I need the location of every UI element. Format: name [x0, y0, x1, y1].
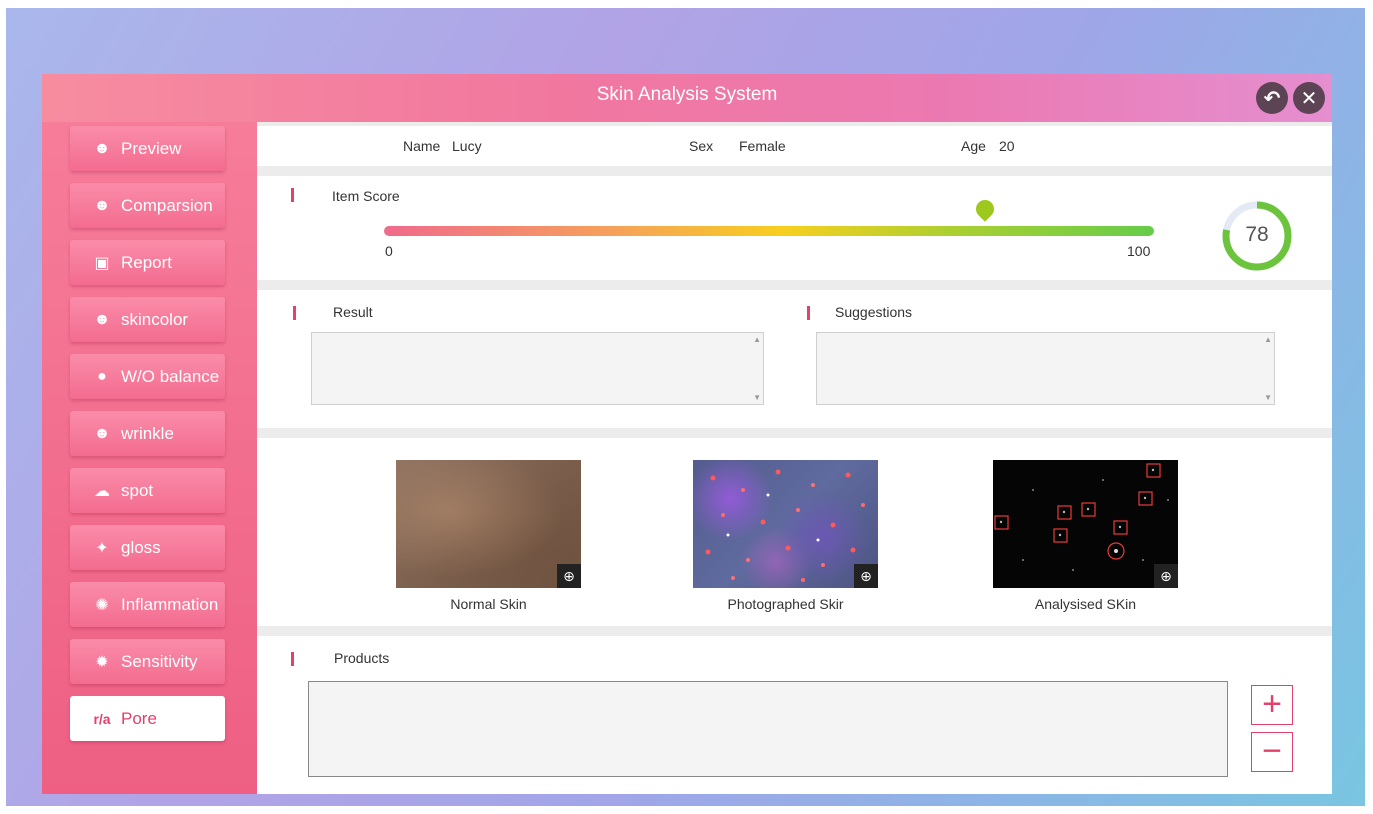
result-label: Result	[333, 304, 373, 320]
section-marker	[293, 306, 296, 320]
scroll-up-icon[interactable]: ▲	[1264, 335, 1272, 344]
products-label: Products	[334, 650, 390, 666]
suggestions-label: Suggestions	[835, 304, 913, 320]
sex-label: Sex	[689, 138, 714, 154]
sparkle-icon: ✦	[95, 539, 109, 557]
patient-info-panel: Name Lucy Sex Female Age 20	[257, 126, 1332, 166]
zoom-in-icon[interactable]: ⊕	[557, 564, 581, 588]
title-bar: Skin Analysis System ↶ ✕	[42, 74, 1332, 122]
report-icon: ▣	[94, 254, 110, 272]
minus-icon: −	[1262, 732, 1282, 770]
pore-icon: r/a	[93, 710, 111, 727]
skincolor-face-icon: ☻	[93, 310, 111, 328]
sidebar-item-inflammation[interactable]: ✺ Inflammation	[70, 582, 225, 627]
sidebar-item-label: Report	[121, 252, 173, 272]
screen-frame-right	[1365, 0, 1373, 814]
name-value: Lucy	[452, 138, 482, 154]
products-list[interactable]	[308, 681, 1228, 777]
sidebar-item-label: W/O balance	[121, 366, 220, 386]
item-score-label: Item Score	[332, 188, 400, 204]
sidebar-item-preview[interactable]: ☻ Preview	[70, 126, 225, 171]
back-arrow-icon: ↶	[1263, 87, 1281, 110]
analysed-skin-image[interactable]: ⊕	[993, 460, 1178, 588]
remove-product-button[interactable]: −	[1251, 732, 1293, 772]
sidebar-item-report[interactable]: ▣ Report	[70, 240, 225, 285]
sidebar-item-label: Sensitivity	[121, 651, 198, 671]
sidebar-item-pore[interactable]: r/a Pore	[70, 696, 225, 741]
section-marker	[291, 652, 294, 666]
face-icon: ☻	[93, 139, 111, 157]
photographed-skin-image[interactable]: ⊕	[693, 460, 878, 588]
sex-value: Female	[739, 138, 786, 154]
plus-icon: +	[1262, 685, 1282, 723]
zoom-in-icon[interactable]: ⊕	[1154, 564, 1178, 588]
age-label: Age	[961, 138, 986, 154]
scroll-down-icon[interactable]: ▼	[753, 393, 761, 402]
sidebar-item-label: Comparsion	[121, 195, 213, 215]
item-score-panel: Item Score 0 100 78	[257, 176, 1332, 280]
sidebar-item-label: Pore	[121, 708, 157, 728]
sidebar-item-comparsion[interactable]: ☻ Comparsion	[70, 183, 225, 228]
sidebar-item-wo-balance[interactable]: ● W/O balance	[70, 354, 225, 399]
score-min-label: 0	[385, 243, 393, 259]
suggestions-textarea[interactable]: ▲ ▼	[816, 332, 1275, 405]
sidebar-item-spot[interactable]: ☁ spot	[70, 468, 225, 513]
analysed-markers	[994, 463, 1169, 571]
close-icon: ✕	[1300, 87, 1318, 110]
app-title: Skin Analysis System	[596, 84, 778, 105]
normal-skin-image[interactable]: ⊕	[396, 460, 581, 588]
sidebar-item-label: spot	[121, 480, 154, 500]
section-marker	[291, 188, 294, 202]
section-marker	[807, 306, 810, 320]
sidebar-nav: ☻ Preview ☻ Comparsion ▣ Report ☻ skinco…	[70, 126, 230, 753]
sensitivity-icon: ✹	[95, 653, 109, 671]
sidebar-item-gloss[interactable]: ✦ gloss	[70, 525, 225, 570]
close-button[interactable]: ✕	[1293, 82, 1325, 114]
zoom-in-icon[interactable]: ⊕	[854, 564, 878, 588]
scroll-up-icon[interactable]: ▲	[753, 335, 761, 344]
photo-dots	[705, 469, 865, 582]
sidebar-item-label: gloss	[121, 537, 161, 557]
sidebar-item-label: wrinkle	[121, 423, 174, 443]
name-label: Name	[403, 138, 441, 154]
sidebar-item-label: Inflammation	[121, 594, 219, 614]
result-suggestions-panel: Result ▲ ▼ Suggestions ▲ ▼	[257, 290, 1332, 428]
score-value: 78	[1245, 223, 1269, 246]
normal-skin-caption: Normal Skin	[450, 596, 527, 612]
sidebar-item-wrinkle[interactable]: ☻ wrinkle	[70, 411, 225, 456]
app-window: Skin Analysis System ↶ ✕ ☻ Preview ☻ Com…	[42, 74, 1332, 794]
add-product-button[interactable]: +	[1251, 685, 1293, 725]
compare-face-icon: ☻	[93, 196, 111, 214]
sidebar-item-skincolor[interactable]: ☻ skincolor	[70, 297, 225, 342]
sidebar-item-sensitivity[interactable]: ✹ Sensitivity	[70, 639, 225, 684]
photographed-skin-caption: Photographed Skir	[727, 596, 844, 612]
age-value: 20	[999, 138, 1015, 154]
wrinkle-face-icon: ☻	[93, 424, 111, 442]
products-panel: Products + −	[257, 636, 1332, 794]
skin-images-panel: ⊕ Normal Skin ⊕ Photographed Skir ⊕ Anal…	[257, 438, 1332, 626]
score-max-label: 100	[1127, 243, 1151, 259]
analysed-skin-caption: Analysised SKin	[1034, 596, 1137, 612]
score-marker-icon	[971, 196, 998, 222]
sidebar-item-label: skincolor	[121, 309, 189, 329]
score-gradient-bar	[384, 226, 1154, 236]
screen-frame-bottom	[0, 806, 1373, 814]
inflammation-icon: ✺	[95, 596, 109, 614]
result-textarea[interactable]: ▲ ▼	[311, 332, 764, 405]
scroll-down-icon[interactable]: ▼	[1264, 393, 1272, 402]
sidebar-item-label: Preview	[121, 138, 182, 158]
main-content: Name Lucy Sex Female Age 20 Item Score 0…	[257, 122, 1332, 794]
spot-icon: ☁	[94, 482, 110, 500]
back-button[interactable]: ↶	[1256, 82, 1288, 114]
screen-frame-left	[0, 0, 6, 814]
droplet-icon: ●	[97, 367, 107, 385]
screen-frame-top	[0, 0, 1373, 8]
